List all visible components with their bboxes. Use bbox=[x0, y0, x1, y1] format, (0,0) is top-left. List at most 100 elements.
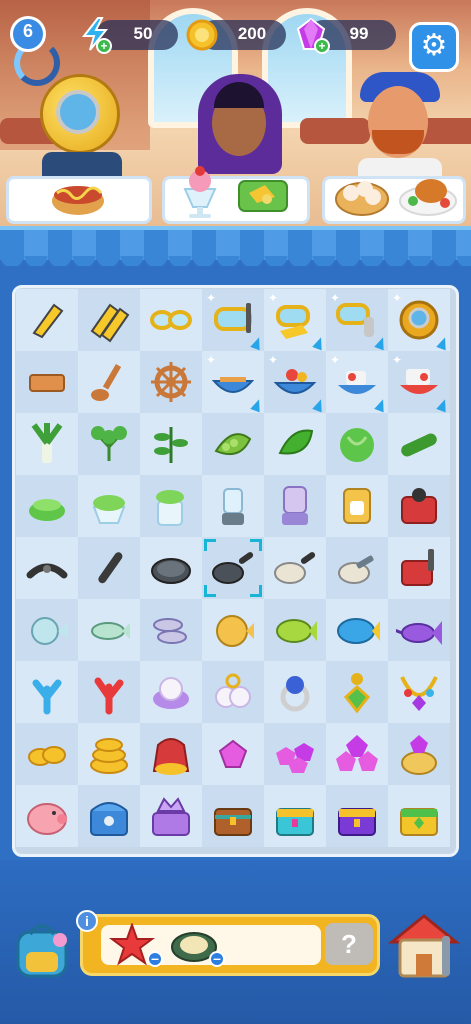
add-energy-button[interactable]: + bbox=[96, 38, 112, 54]
backpack-button[interactable] bbox=[10, 918, 74, 980]
board-cell[interactable] bbox=[140, 661, 202, 723]
board-cell[interactable] bbox=[140, 289, 202, 351]
board-cell[interactable] bbox=[326, 537, 388, 599]
board-cell[interactable] bbox=[78, 661, 140, 723]
board-cell[interactable] bbox=[326, 413, 388, 475]
board-cell[interactable] bbox=[202, 661, 264, 723]
level-badge[interactable]: 6 bbox=[6, 14, 60, 86]
board-cell[interactable]: ✦ bbox=[264, 289, 326, 351]
board-cell[interactable] bbox=[388, 537, 450, 599]
board-cell[interactable] bbox=[16, 475, 78, 537]
crown-chest-icon[interactable] bbox=[148, 793, 194, 839]
board-cell[interactable] bbox=[78, 289, 140, 351]
board-cell[interactable] bbox=[202, 537, 264, 599]
emerald-earring-icon[interactable] bbox=[334, 669, 380, 715]
coin-stack-icon[interactable] bbox=[86, 731, 132, 777]
juicer-icon[interactable] bbox=[86, 483, 132, 529]
coin-sack-icon[interactable] bbox=[148, 731, 194, 777]
gems-icon[interactable] bbox=[272, 731, 318, 777]
board-cell[interactable] bbox=[16, 723, 78, 785]
kitchen-robot-icon[interactable] bbox=[396, 483, 442, 529]
pot-lid-icon[interactable] bbox=[148, 545, 194, 591]
board-cell[interactable]: ✦ bbox=[326, 289, 388, 351]
board-cell[interactable]: ✦ bbox=[388, 289, 450, 351]
ship-wheel-icon[interactable] bbox=[148, 359, 194, 405]
pan-handle-icon[interactable] bbox=[24, 545, 70, 591]
board-cell[interactable] bbox=[202, 785, 264, 847]
gem-necklace-icon[interactable] bbox=[396, 669, 442, 715]
board-cell[interactable] bbox=[388, 413, 450, 475]
rowboat-crew-icon[interactable] bbox=[272, 359, 318, 405]
board-cell[interactable] bbox=[202, 723, 264, 785]
juicer-jug-icon[interactable] bbox=[148, 483, 194, 529]
board-cell[interactable]: ✦ bbox=[202, 289, 264, 351]
board-cell[interactable] bbox=[78, 723, 140, 785]
remove-clam-button[interactable]: – bbox=[209, 951, 225, 967]
board-cell[interactable] bbox=[140, 599, 202, 661]
gem-pile-icon[interactable] bbox=[334, 731, 380, 777]
pufferfish-icon[interactable] bbox=[210, 607, 256, 653]
board-cell[interactable] bbox=[388, 661, 450, 723]
board-cell[interactable] bbox=[326, 475, 388, 537]
mystery-slot[interactable]: ? bbox=[325, 923, 373, 965]
board-cell[interactable] bbox=[140, 351, 202, 413]
board-cell[interactable] bbox=[78, 475, 140, 537]
parsley-icon[interactable] bbox=[86, 421, 132, 467]
board-cell[interactable] bbox=[326, 723, 388, 785]
board-cell[interactable] bbox=[16, 537, 78, 599]
board-cell[interactable] bbox=[264, 723, 326, 785]
board-cell[interactable] bbox=[140, 475, 202, 537]
board-cell[interactable] bbox=[140, 537, 202, 599]
board-cell[interactable] bbox=[388, 599, 450, 661]
marlin-icon[interactable] bbox=[396, 607, 442, 653]
board-cell[interactable] bbox=[16, 413, 78, 475]
board-cell[interactable] bbox=[16, 785, 78, 847]
pan-spatula-icon[interactable] bbox=[334, 545, 380, 591]
board-cell[interactable] bbox=[140, 413, 202, 475]
leek-icon[interactable] bbox=[24, 421, 70, 467]
blender-icon[interactable] bbox=[272, 483, 318, 529]
fish-pair-icon[interactable] bbox=[148, 607, 194, 653]
rowboat-icon[interactable] bbox=[210, 359, 256, 405]
shop-button[interactable] bbox=[386, 912, 462, 982]
board-cell[interactable] bbox=[264, 599, 326, 661]
plank-icon[interactable] bbox=[24, 359, 70, 405]
order-card-2[interactable] bbox=[162, 166, 310, 224]
gem-small-icon[interactable] bbox=[210, 731, 256, 777]
coffee-maker-icon[interactable] bbox=[334, 483, 380, 529]
board-cell[interactable] bbox=[388, 785, 450, 847]
green-fish-icon[interactable] bbox=[272, 607, 318, 653]
pearls-icon[interactable] bbox=[210, 669, 256, 715]
pearl-icon[interactable] bbox=[148, 669, 194, 715]
add-gems-button[interactable]: + bbox=[314, 38, 330, 54]
board-cell[interactable] bbox=[140, 723, 202, 785]
flippers-pair-icon[interactable] bbox=[86, 297, 132, 343]
board-cell[interactable] bbox=[264, 475, 326, 537]
board-cell[interactable] bbox=[16, 599, 78, 661]
board-cell[interactable] bbox=[78, 537, 140, 599]
flipper-icon[interactable] bbox=[24, 297, 70, 343]
herb-icon[interactable] bbox=[148, 421, 194, 467]
board-cell[interactable] bbox=[264, 537, 326, 599]
board-cell[interactable] bbox=[140, 785, 202, 847]
teal-chest-icon[interactable] bbox=[272, 793, 318, 839]
board-cell[interactable] bbox=[16, 661, 78, 723]
diving-helmet-icon[interactable] bbox=[396, 297, 442, 343]
order-card-1[interactable] bbox=[6, 176, 152, 224]
coins-small-icon[interactable] bbox=[24, 731, 70, 777]
red-boat-icon[interactable] bbox=[396, 359, 442, 405]
board-cell[interactable] bbox=[326, 661, 388, 723]
wooden-chest-icon[interactable] bbox=[210, 793, 256, 839]
board-cell[interactable] bbox=[78, 599, 140, 661]
board-cell[interactable] bbox=[78, 413, 140, 475]
tuna-icon[interactable] bbox=[334, 607, 380, 653]
board-cell[interactable] bbox=[388, 723, 450, 785]
order-card-3[interactable] bbox=[322, 176, 466, 224]
snorkel-mask-icon[interactable] bbox=[210, 297, 256, 343]
blender-small-icon[interactable] bbox=[210, 483, 256, 529]
pepper-icon[interactable] bbox=[272, 421, 318, 467]
board-cell[interactable] bbox=[264, 413, 326, 475]
board-cell[interactable] bbox=[78, 351, 140, 413]
board-cell[interactable] bbox=[202, 599, 264, 661]
settings-button[interactable]: ⚙ bbox=[409, 22, 459, 72]
